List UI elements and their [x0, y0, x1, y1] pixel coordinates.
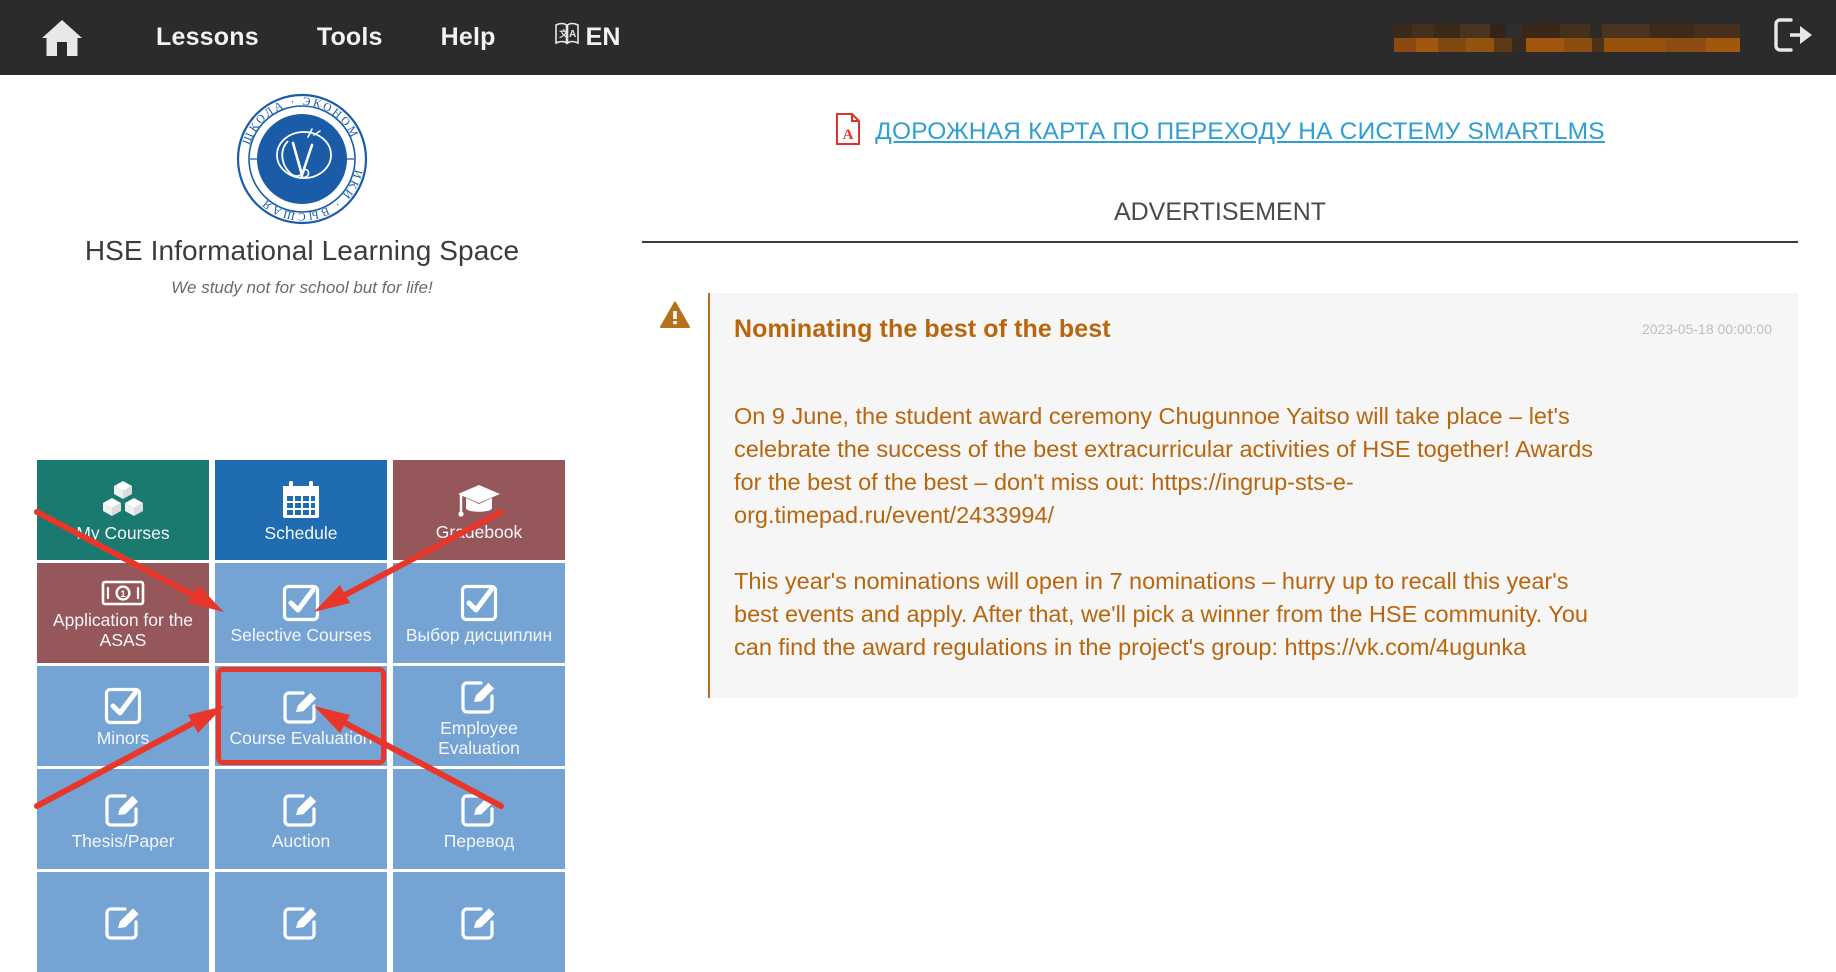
edit-square-icon	[460, 790, 498, 828]
hse-logo: ШКОЛА · ЭКОНОМ ИКИ · ВЫСШАЯ	[0, 93, 604, 225]
tile-label: Выбор дисциплин	[405, 624, 553, 645]
logout-button[interactable]	[1774, 18, 1814, 57]
tile-label: Application for the ASAS	[52, 609, 194, 650]
pdf-file-icon: A	[835, 113, 861, 150]
checkbox-icon	[460, 584, 498, 622]
announcement-paragraph-1: On 9 June, the student award ceremony Ch…	[734, 403, 1594, 528]
tile-label: Employee Evaluation	[438, 717, 520, 758]
announcement-card: Nominating the best of the best 2023-05-…	[708, 293, 1798, 698]
site-tagline: We study not for school but for life!	[171, 278, 433, 297]
tile-row5-col2[interactable]	[215, 872, 387, 972]
tile-label: My Courses	[76, 522, 170, 543]
graduation-cap-icon	[456, 481, 502, 519]
tile-application-for-the-asas[interactable]: 1 Application for the ASAS	[37, 563, 209, 663]
tile-thesis-paper[interactable]: Thesis/Paper	[37, 769, 209, 869]
user-name-redacted	[1394, 23, 1740, 52]
tile-label: Selective Courses	[230, 624, 372, 645]
edit-square-icon	[460, 903, 498, 941]
edit-square-icon	[104, 790, 142, 828]
svg-text:A: A	[843, 127, 854, 143]
tile-my-courses[interactable]: My Courses	[37, 460, 209, 560]
warning-icon-cell	[642, 293, 708, 334]
translate-icon: 文 A	[554, 21, 580, 54]
nav-item-lessons[interactable]: Lessons	[156, 23, 259, 52]
tile-label: Minors	[96, 727, 150, 748]
announcement-paragraph-2: This year's nominations will open in 7 n…	[734, 568, 1588, 660]
edit-square-icon	[104, 903, 142, 941]
home-button[interactable]	[26, 0, 98, 75]
tile-gradebook[interactable]: Gradebook	[393, 460, 565, 560]
tile-employee-evaluation[interactable]: Employee Evaluation	[393, 666, 565, 766]
nav-item-tools[interactable]: Tools	[317, 23, 383, 52]
announcement-row: Nominating the best of the best 2023-05-…	[642, 293, 1798, 698]
tile-schedule[interactable]: Schedule	[215, 460, 387, 560]
language-switcher[interactable]: 文 A EN	[554, 21, 621, 54]
tile-row5-col3[interactable]	[393, 872, 565, 972]
checkbox-icon	[282, 584, 320, 622]
tile-minors[interactable]: Minors	[37, 666, 209, 766]
svg-text:文: 文	[558, 28, 569, 39]
calendar-icon	[281, 480, 321, 520]
brand-block: ШКОЛА · ЭКОНОМ ИКИ · ВЫСШАЯ HSE Informat…	[0, 75, 604, 298]
tile-label: Auction	[271, 830, 331, 851]
svg-text:1: 1	[120, 589, 125, 599]
tile-selective-courses[interactable]: Selective Courses	[215, 563, 387, 663]
tile-label: Gradebook	[435, 521, 523, 542]
edit-square-icon	[282, 903, 320, 941]
home-icon	[41, 19, 83, 57]
tile-label: Thesis/Paper	[71, 830, 175, 851]
announcement-header: Nominating the best of the best 2023-05-…	[734, 315, 1772, 344]
edit-square-icon	[282, 687, 320, 725]
announcement-title: Nominating the best of the best	[734, 315, 1111, 343]
tile-label: Перевод	[443, 830, 515, 851]
page-title: HSE Informational Learning Space	[84, 235, 520, 266]
nav-right-group	[1394, 0, 1814, 75]
tile-course-evaluation[interactable]: Course Evaluation	[215, 666, 387, 766]
tile-auction[interactable]: Auction	[215, 769, 387, 869]
tile-grid: My Courses Schedule Gradebook 1 Applicat…	[37, 460, 571, 972]
roadmap-pdf-link[interactable]: ДОРОЖНАЯ КАРТА ПО ПЕРЕХОДУ НА СИСТЕМУ SM…	[875, 118, 1605, 146]
top-navigation-bar: Lessons Tools Help 文 A EN	[0, 0, 1836, 75]
edit-square-icon	[282, 790, 320, 828]
announcement-timestamp: 2023-05-18 00:00:00	[1642, 321, 1772, 337]
svg-text:A: A	[569, 29, 576, 40]
advertisement-section-title: ADVERTISEMENT	[642, 198, 1798, 243]
tile-perevod[interactable]: Перевод	[393, 769, 565, 869]
banknote-icon: 1	[101, 579, 145, 607]
checkbox-icon	[104, 687, 142, 725]
left-column: ШКОЛА · ЭКОНОМ ИКИ · ВЫСШАЯ HSE Informat…	[0, 75, 604, 972]
tile-vybor-disciplin[interactable]: Выбор дисциплин	[393, 563, 565, 663]
edit-square-icon	[460, 677, 498, 715]
tile-label: Schedule	[264, 522, 338, 543]
tile-label: Course Evaluation	[229, 727, 373, 748]
page-content: ШКОЛА · ЭКОНОМ ИКИ · ВЫСШАЯ HSE Informat…	[0, 75, 1836, 972]
nav-item-help[interactable]: Help	[441, 23, 496, 52]
logout-icon	[1774, 18, 1814, 57]
pdf-link-row: A ДОРОЖНАЯ КАРТА ПО ПЕРЕХОДУ НА СИСТЕМУ …	[604, 75, 1836, 150]
right-column: A ДОРОЖНАЯ КАРТА ПО ПЕРЕХОДУ НА СИСТЕМУ …	[604, 75, 1836, 893]
warning-triangle-icon	[660, 301, 690, 334]
blocks-icon	[101, 480, 145, 520]
language-label: EN	[585, 23, 621, 51]
tile-row5-col1[interactable]	[37, 872, 209, 972]
